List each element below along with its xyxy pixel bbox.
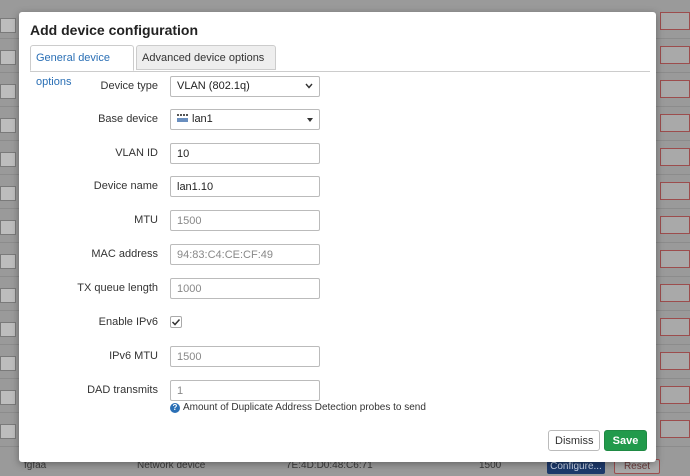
bg-reset-button	[660, 182, 690, 200]
ipv6-mtu-row: IPv6 MTU	[19, 346, 656, 367]
question-circle-icon: ?	[170, 402, 180, 413]
bg-device-icon	[0, 18, 16, 33]
base-device-label: Base device	[98, 113, 158, 125]
bg-device-icon	[0, 322, 16, 337]
bg-reset-button	[660, 80, 690, 98]
mtu-input[interactable]	[170, 210, 320, 231]
ipv6-mtu-label: IPv6 MTU	[109, 350, 158, 362]
bg-reset-button	[660, 12, 690, 30]
mtu-row: MTU	[19, 210, 656, 231]
tab-advanced-device-options[interactable]: Advanced device options	[136, 45, 276, 70]
bg-device-icon	[0, 390, 16, 405]
base-device-value: lan1	[192, 113, 213, 125]
mac-address-row: MAC address	[19, 244, 656, 265]
tx-queue-length-input[interactable]	[170, 278, 320, 299]
vlan-id-row: VLAN ID	[19, 143, 656, 164]
mac-address-input[interactable]	[170, 244, 320, 265]
save-button[interactable]: Save	[604, 430, 647, 451]
bg-reset-button	[660, 284, 690, 302]
bg-device-icon	[0, 84, 16, 99]
bg-device-icon	[0, 220, 16, 235]
base-device-row: Base device lan1	[19, 109, 656, 130]
bg-device-icon	[0, 356, 16, 371]
dad-transmits-row: DAD transmits	[19, 380, 656, 401]
tab-general-device-options[interactable]: General device options	[30, 45, 134, 88]
bg-reset-button	[660, 114, 690, 132]
device-name-label: Device name	[93, 180, 158, 192]
bg-reset-button	[660, 46, 690, 64]
bg-device-icon	[0, 186, 16, 201]
device-name-input[interactable]	[170, 176, 320, 197]
vlan-id-label: VLAN ID	[115, 147, 158, 159]
chevron-down-icon	[305, 77, 313, 96]
bg-reset-button	[660, 386, 690, 404]
vlan-id-input[interactable]	[170, 143, 320, 164]
dialog-title: Add device configuration	[30, 22, 199, 38]
device-type-row: Device type VLAN (802.1q)	[19, 76, 656, 97]
tx-queue-length-label: TX queue length	[77, 282, 158, 294]
device-type-label: Device type	[100, 80, 158, 92]
mac-address-label: MAC address	[91, 248, 158, 260]
bg-device-icon	[0, 50, 16, 65]
dad-transmits-input[interactable]	[170, 380, 320, 401]
bg-reset-button	[660, 420, 690, 438]
device-type-select[interactable]: VLAN (802.1q)	[170, 76, 320, 97]
bg-reset-button	[660, 148, 690, 166]
dismiss-button[interactable]: Dismiss	[548, 430, 600, 451]
ipv6-mtu-input[interactable]	[170, 346, 320, 367]
add-device-dialog: Add device configuration General device …	[19, 12, 656, 462]
mtu-label: MTU	[134, 214, 158, 226]
bg-reset-button	[660, 352, 690, 370]
dad-transmits-label: DAD transmits	[87, 384, 158, 396]
bg-device-icon	[0, 152, 16, 167]
bg-device-icon	[0, 288, 16, 303]
bg-reset-button	[660, 318, 690, 336]
device-type-value: VLAN (802.1q)	[177, 80, 250, 92]
dad-transmits-help: ? Amount of Duplicate Address Detection …	[170, 402, 426, 413]
bg-reset-button	[660, 250, 690, 268]
network-port-icon	[177, 111, 189, 122]
enable-ipv6-checkbox[interactable]	[170, 316, 182, 328]
base-device-dropdown[interactable]: lan1	[170, 109, 320, 130]
bg-device-icon	[0, 118, 16, 133]
enable-ipv6-label: Enable IPv6	[98, 316, 158, 328]
enable-ipv6-row: Enable IPv6	[19, 312, 656, 333]
dad-transmits-help-text: Amount of Duplicate Address Detection pr…	[183, 402, 426, 413]
caret-down-icon	[307, 110, 313, 129]
bg-reset-button	[660, 216, 690, 234]
bg-device-icon	[0, 424, 16, 439]
bg-device-icon	[0, 254, 16, 269]
tab-bar: General device options Advanced device o…	[30, 45, 650, 88]
device-name-row: Device name	[19, 176, 656, 197]
checkmark-icon	[171, 318, 181, 326]
tx-queue-length-row: TX queue length	[19, 278, 656, 299]
